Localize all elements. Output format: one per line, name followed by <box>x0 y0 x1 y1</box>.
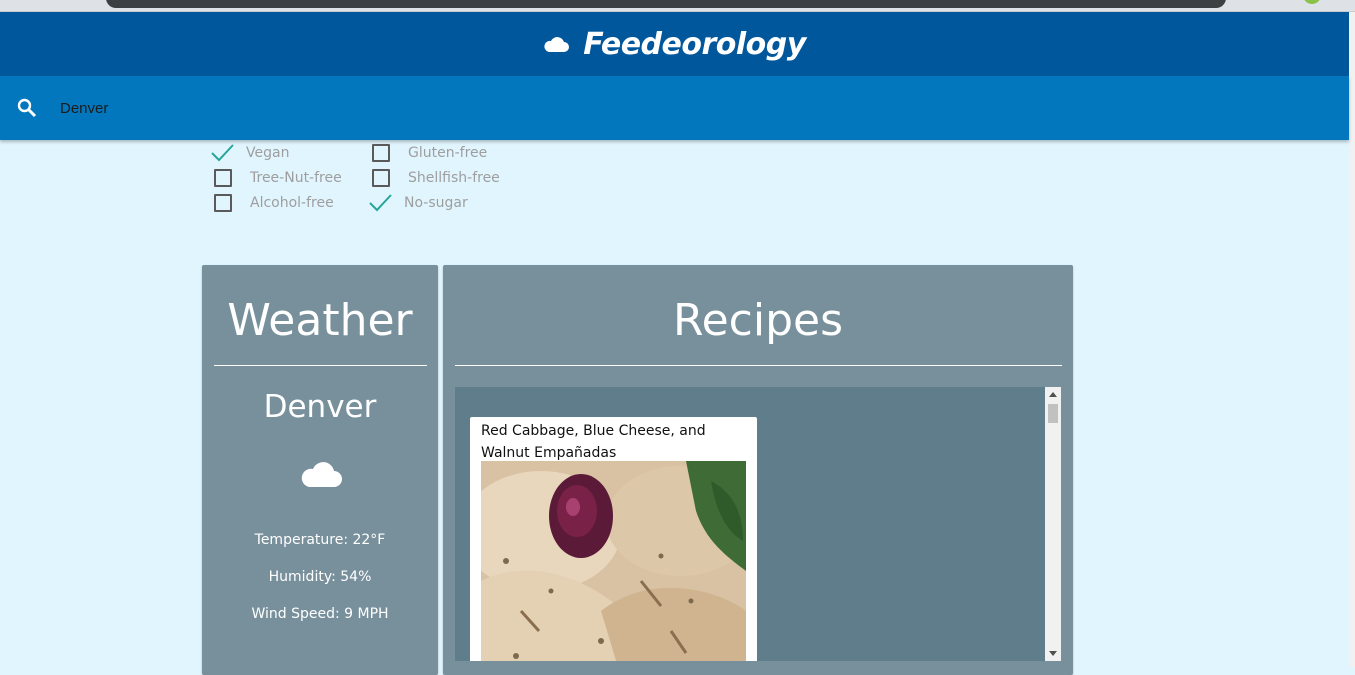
filter-label: No-sugar <box>404 195 468 211</box>
filter-label: Tree-Nut-free <box>250 170 342 186</box>
weather-panel: Weather Denver Temperature: 22°F Humidit… <box>202 265 438 675</box>
checkbox[interactable] <box>214 169 232 187</box>
checkbox[interactable] <box>372 169 390 187</box>
scroll-thumb[interactable] <box>1048 404 1058 423</box>
filter-gluten-free[interactable]: Gluten-free <box>370 142 520 164</box>
checkmark-icon[interactable] <box>368 192 394 214</box>
filter-label: Gluten-free <box>408 145 488 161</box>
search-icon[interactable] <box>17 98 37 123</box>
cloud-logo-icon <box>543 35 570 53</box>
app-header: Feedeorology <box>0 12 1349 76</box>
divider <box>214 365 427 366</box>
filter-shellfish-free[interactable]: Shellfish-free <box>370 167 520 189</box>
temperature: Temperature: 22°F <box>254 532 386 548</box>
filter-label: Shellfish-free <box>408 170 500 186</box>
filter-label: Alcohol-free <box>250 195 334 211</box>
filter-alcohol-free[interactable]: Alcohol-free <box>212 192 362 214</box>
brand: Feedeorology <box>543 27 806 62</box>
search-bar <box>0 76 1349 140</box>
humidity: Humidity: 54% <box>268 569 372 585</box>
browser-toolbar <box>0 0 1355 12</box>
filter-label: Vegan <box>246 145 290 161</box>
checkbox[interactable] <box>372 144 390 162</box>
wind-speed: Wind Speed: 9 MPH <box>251 606 389 622</box>
recipe-title[interactable]: Red Cabbage, Blue Cheese, and Walnut Emp… <box>481 420 751 464</box>
scroll-up-arrow-icon[interactable] <box>1049 392 1057 397</box>
checkbox[interactable] <box>214 194 232 212</box>
recipe-card[interactable]: Red Cabbage, Blue Cheese, and Walnut Emp… <box>470 417 757 661</box>
recipes-heading: Recipes <box>672 295 843 346</box>
filter-vegan[interactable]: Vegan <box>210 142 362 164</box>
filter-tree-nut-free[interactable]: Tree-Nut-free <box>212 167 362 189</box>
recipe-scrollbar[interactable] <box>1045 387 1061 661</box>
weather-heading: Weather <box>227 295 413 346</box>
page-scrollbar[interactable] <box>1349 12 1355 667</box>
recipe-photo[interactable] <box>481 461 746 661</box>
app-title: Feedeorology <box>583 26 806 62</box>
browser-address-bar[interactable] <box>106 0 1226 8</box>
search-input[interactable] <box>60 96 660 120</box>
city-name: Denver <box>263 389 377 425</box>
cloud-icon <box>299 460 343 493</box>
checkmark-icon[interactable] <box>210 142 236 164</box>
recipes-panel: Recipes Red Cabbage, Blue Cheese, and Wa… <box>443 265 1073 675</box>
scroll-down-arrow-icon[interactable] <box>1049 651 1057 656</box>
divider <box>455 365 1062 366</box>
browser-profile-icon[interactable] <box>1303 0 1321 4</box>
recipe-list[interactable]: Red Cabbage, Blue Cheese, and Walnut Emp… <box>455 387 1061 661</box>
filter-no-sugar[interactable]: No-sugar <box>368 192 520 214</box>
